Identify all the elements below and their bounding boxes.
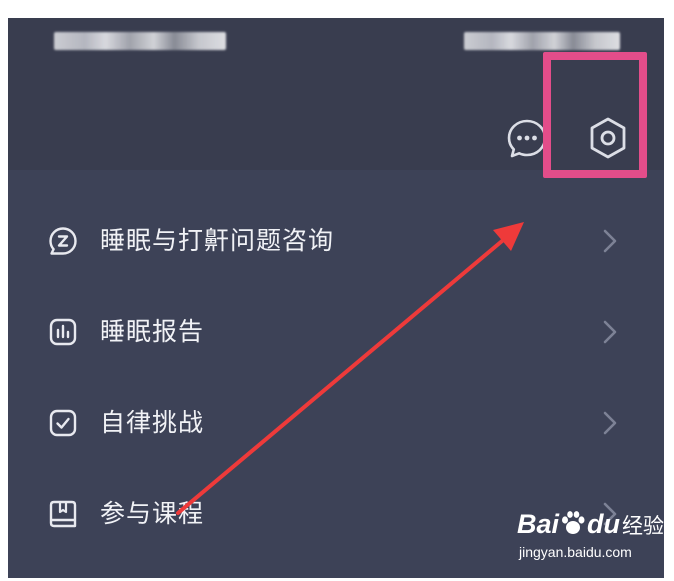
- chevron-right-icon: [603, 411, 617, 435]
- menu-item-sleep-consult[interactable]: 睡眠与打鼾问题咨询: [8, 211, 664, 271]
- baidu-paw-icon: [562, 511, 585, 534]
- book-icon: [49, 500, 77, 528]
- watermark-bai-text: Bai: [517, 509, 560, 539]
- menu-item-self-discipline-challenge[interactable]: 自律挑战: [8, 393, 664, 453]
- watermark-jingyan-text: 经验: [622, 514, 665, 538]
- menu-item-label: 睡眠与打鼾问题咨询: [100, 226, 335, 255]
- menu-item-label: 自律挑战: [100, 408, 205, 437]
- annotation-highlight-box: [543, 52, 647, 178]
- chat-bubble-z-icon: [49, 227, 77, 255]
- status-bar-blurred-right: [464, 32, 620, 50]
- menu-item-sleep-report[interactable]: 睡眠报告: [8, 302, 664, 362]
- chevron-right-icon: [603, 229, 617, 253]
- bar-chart-icon: [49, 318, 77, 346]
- watermark-brand: Bai du经验: [517, 508, 664, 540]
- watermark-du-text: du: [587, 509, 621, 539]
- menu-item-label: 睡眠报告: [100, 317, 205, 346]
- checkbox-icon: [49, 409, 77, 437]
- menu-item-label: 参与课程: [100, 499, 205, 528]
- status-bar-blurred-left: [54, 32, 226, 50]
- chevron-right-icon: [603, 320, 617, 344]
- baidu-jingyan-watermark: Bai du经验 jingyan.baidu.com: [517, 508, 667, 570]
- watermark-url: jingyan.baidu.com: [519, 544, 632, 560]
